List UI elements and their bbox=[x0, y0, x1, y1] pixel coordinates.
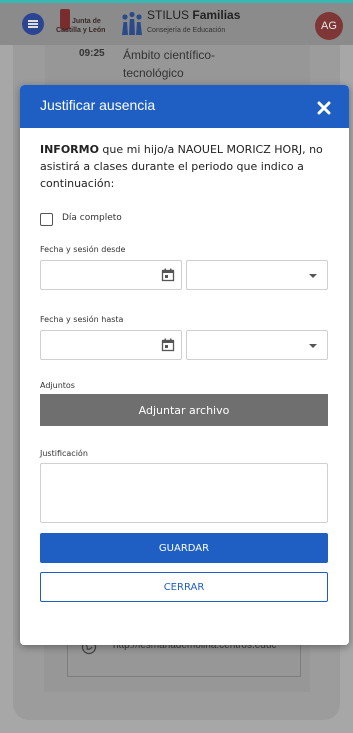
user-avatar[interactable]: AG bbox=[315, 12, 343, 40]
from-session-select[interactable] bbox=[186, 260, 328, 290]
junta-logo: Junta de Castilla y León bbox=[56, 9, 114, 39]
calendar-icon[interactable] bbox=[161, 268, 175, 282]
from-date-input[interactable] bbox=[40, 260, 182, 290]
app-brand-title: STILUS Familias bbox=[147, 8, 241, 22]
attach-file-button[interactable]: Adjuntar archivo bbox=[40, 394, 328, 426]
app-header: Junta de Castilla y León STILUS Familias… bbox=[0, 3, 353, 45]
org-line2: Castilla y León bbox=[56, 27, 106, 34]
hamburger-menu-icon bbox=[28, 20, 38, 28]
stilus-family-icon bbox=[122, 11, 142, 35]
save-button[interactable]: GUARDAR bbox=[40, 533, 328, 563]
close-icon[interactable] bbox=[317, 101, 331, 115]
chevron-down-icon bbox=[309, 344, 317, 348]
full-day-label: Día completo bbox=[62, 213, 122, 223]
justify-absence-dialog: Justificar ausencia INFORMO que mi hijo/… bbox=[20, 85, 349, 645]
dialog-header: Justificar ausencia bbox=[20, 85, 349, 128]
chevron-down-icon bbox=[309, 274, 317, 278]
dialog-title: Justificar ausencia bbox=[40, 97, 156, 113]
to-label: Fecha y sesión hasta bbox=[40, 315, 124, 324]
justification-textarea[interactable] bbox=[40, 463, 328, 523]
justification-label: Justificación bbox=[40, 449, 88, 458]
to-date-input[interactable] bbox=[40, 330, 182, 360]
attachments-label: Adjuntos bbox=[40, 381, 75, 390]
org-line1: Junta de bbox=[72, 18, 101, 25]
close-button[interactable]: CERRAR bbox=[40, 572, 328, 602]
calendar-icon[interactable] bbox=[161, 338, 175, 352]
dialog-intro-text: INFORMO que mi hijo/a NAOUEL MORICZ HORJ… bbox=[40, 143, 323, 190]
from-label: Fecha y sesión desde bbox=[40, 245, 126, 254]
menu-button[interactable] bbox=[22, 13, 44, 35]
schedule-subject: Ámbito científico-tecnológico bbox=[123, 48, 216, 80]
full-day-checkbox[interactable] bbox=[40, 213, 53, 226]
schedule-time: 09:25 bbox=[79, 48, 105, 59]
app-brand-subtitle: Consejería de Educación bbox=[147, 27, 226, 34]
to-session-select[interactable] bbox=[186, 330, 328, 360]
